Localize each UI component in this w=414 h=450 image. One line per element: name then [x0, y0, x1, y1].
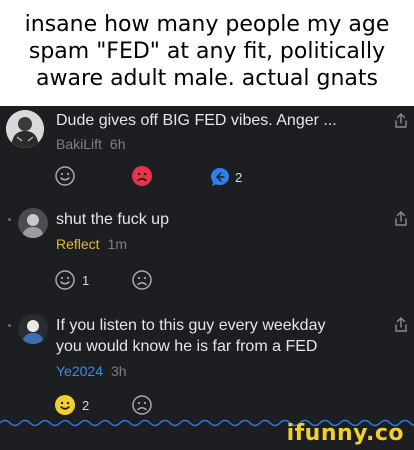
share-icon[interactable]	[393, 316, 409, 334]
share-icon[interactable]	[393, 112, 409, 130]
smile-count: 1	[82, 273, 90, 288]
smile-outline-icon[interactable]	[54, 165, 76, 187]
comment-3: If you listen to this guy every weekday …	[0, 308, 414, 428]
timestamp: 1m	[107, 236, 128, 252]
frown-red-icon[interactable]	[131, 165, 153, 187]
avatar-bakilift[interactable]	[6, 110, 44, 148]
frown-outline-icon[interactable]	[131, 394, 153, 416]
comment-text: Dude gives off BIG FED vibes. Anger ...	[56, 112, 337, 129]
username[interactable]: Ye2024	[56, 363, 103, 379]
smile-filled-yellow-icon[interactable]	[54, 394, 76, 416]
comments-panel: Dude gives off BIG FED vibes. Anger ... …	[0, 106, 414, 450]
timestamp: 3h	[110, 363, 127, 379]
comment-meta: BakiLift 6h	[56, 136, 126, 152]
thread-dot	[8, 218, 11, 221]
comment-meta: Reflect 1m	[56, 236, 127, 252]
comment-1: Dude gives off BIG FED vibes. Anger ... …	[0, 106, 414, 198]
timestamp: 6h	[109, 136, 126, 152]
comment-text: shut the fuck up	[56, 211, 169, 228]
username[interactable]: BakiLift	[56, 136, 102, 152]
caption-text: insane how many people my age spam "FED"…	[24, 11, 390, 91]
meme-caption: insane how many people my age spam "FED"…	[0, 0, 414, 106]
smile-count: 2	[82, 398, 90, 413]
reply-bubble-icon[interactable]	[209, 166, 231, 188]
thread-dot	[8, 324, 11, 327]
share-icon[interactable]	[393, 210, 409, 228]
frown-outline-icon[interactable]	[131, 269, 153, 291]
comment-2: shut the fuck up Reflect 1m 1	[0, 202, 414, 302]
smile-outline-icon[interactable]	[54, 269, 76, 291]
comment-text: If you listen to this guy every weekday …	[56, 317, 326, 355]
avatar-ye2024[interactable]	[18, 314, 48, 344]
ifunny-watermark: ifunny.co	[286, 421, 404, 446]
avatar-reflect[interactable]	[18, 208, 48, 238]
comment-meta: Ye2024 3h	[56, 363, 127, 379]
reply-count: 2	[235, 170, 243, 185]
username[interactable]: Reflect	[56, 236, 100, 252]
